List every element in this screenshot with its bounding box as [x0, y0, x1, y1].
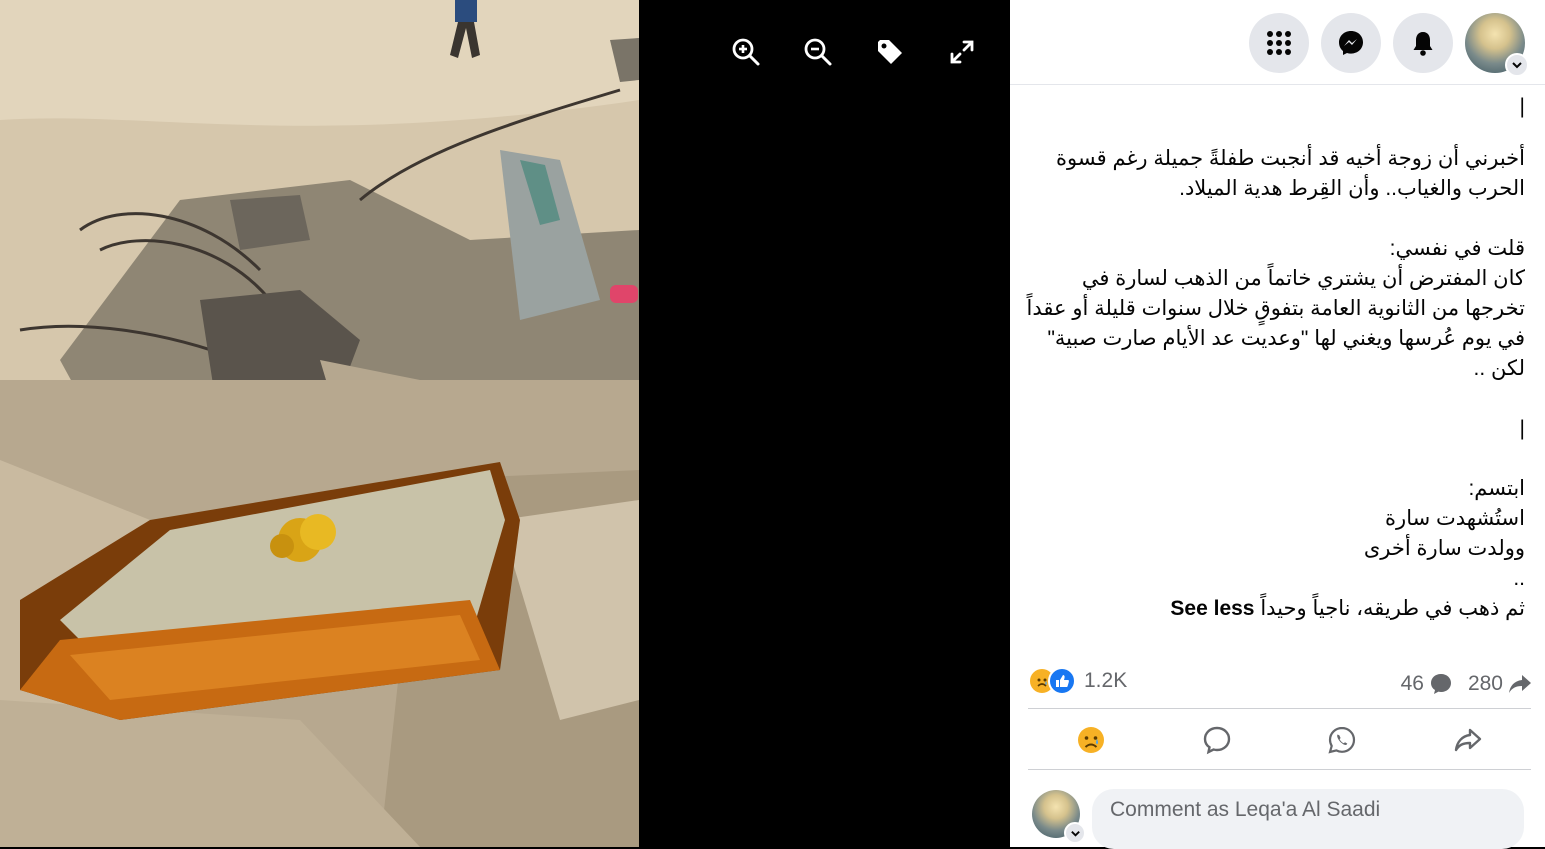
- comments-shares-summary: 46 280: [1401, 671, 1533, 697]
- notifications-bell-icon: [1413, 32, 1433, 56]
- reactions-count: 1.2K: [1084, 669, 1128, 692]
- account-chevron[interactable]: [1505, 53, 1529, 77]
- comments-count-link[interactable]: 46: [1401, 671, 1454, 697]
- viewer-toolbar: [728, 34, 980, 70]
- post-photo[interactable]: [0, 0, 639, 847]
- commenter-chevron[interactable]: [1064, 822, 1086, 844]
- photo-rubble-scene: [0, 0, 639, 847]
- divider: [1028, 769, 1531, 770]
- messenger-icon: [1339, 31, 1363, 55]
- like-reaction-icon: [1048, 667, 1076, 695]
- notifications-button[interactable]: [1393, 13, 1453, 73]
- fullscreen-button[interactable]: [944, 34, 980, 70]
- menu-button[interactable]: [1249, 13, 1309, 73]
- commenter-avatar[interactable]: [1032, 790, 1086, 844]
- sad-reaction-icon: [1077, 727, 1104, 753]
- chevron-down-icon: [1512, 62, 1522, 69]
- share-arrow-icon: [1509, 675, 1531, 693]
- post-last-line-text: ثم ذهب في طريقه، ناجياً وحيداً: [1260, 597, 1525, 620]
- post-paragraph: أخبرني أن زوجة أخيه قد أنجبت طفلةً جميلة…: [1050, 147, 1525, 200]
- messenger-button[interactable]: [1321, 13, 1381, 73]
- zoom-in-button[interactable]: [728, 34, 764, 70]
- account-avatar-button[interactable]: [1465, 13, 1529, 77]
- comment-bubble-icon: [1430, 674, 1451, 694]
- post-paragraph: ابتسم: استُشهدت سارة وولدت سارة أخرى ..: [1363, 477, 1525, 590]
- post-line-marker: |: [1519, 95, 1525, 118]
- share-button[interactable]: [1423, 718, 1513, 762]
- post-actions: [1028, 712, 1531, 768]
- tag-photo-button[interactable]: [872, 34, 908, 70]
- shares-count-link[interactable]: 280: [1468, 671, 1533, 697]
- divider: [1028, 708, 1531, 709]
- menu-grid-icon: [1267, 31, 1291, 55]
- send-whatsapp-button[interactable]: [1297, 718, 1387, 762]
- whatsapp-icon: [1328, 726, 1356, 754]
- tag-icon: [878, 40, 902, 64]
- fullscreen-icon: [950, 40, 974, 64]
- photo-viewer: [0, 0, 1010, 847]
- post-body: | أخبرني أن زوجة أخيه قد أنجبت طفلةً جمي…: [1025, 92, 1525, 624]
- comment-button[interactable]: [1172, 718, 1262, 762]
- post-stats: 1.2K 46 280: [1028, 663, 1533, 703]
- zoom-in-icon: [732, 38, 760, 66]
- post-side-panel: | أخبرني أن زوجة أخيه قد أنجبت طفلةً جمي…: [1010, 0, 1545, 849]
- post-line-marker: |: [1519, 417, 1525, 440]
- zoom-out-button[interactable]: [800, 34, 836, 70]
- post-last-line: ثم ذهب في طريقه، ناجياً وحيداً See less: [1025, 594, 1525, 624]
- comment-icon: [1203, 726, 1230, 755]
- reactions-summary[interactable]: 1.2K: [1028, 667, 1127, 695]
- react-button[interactable]: [1046, 718, 1136, 762]
- comment-input[interactable]: [1092, 789, 1524, 849]
- see-less-link[interactable]: See less: [1170, 597, 1254, 620]
- share-icon: [1454, 728, 1482, 752]
- chevron-down-icon: [1070, 830, 1080, 837]
- zoom-out-icon: [804, 38, 832, 66]
- shares-count: 280: [1467, 672, 1503, 695]
- top-navigation-bar: [1010, 0, 1545, 85]
- comments-count: 46: [1400, 672, 1424, 695]
- comment-composer: [1028, 787, 1533, 849]
- post-paragraph: قلت في نفسي: كان المفترض أن يشتري خاتماً…: [1026, 237, 1525, 380]
